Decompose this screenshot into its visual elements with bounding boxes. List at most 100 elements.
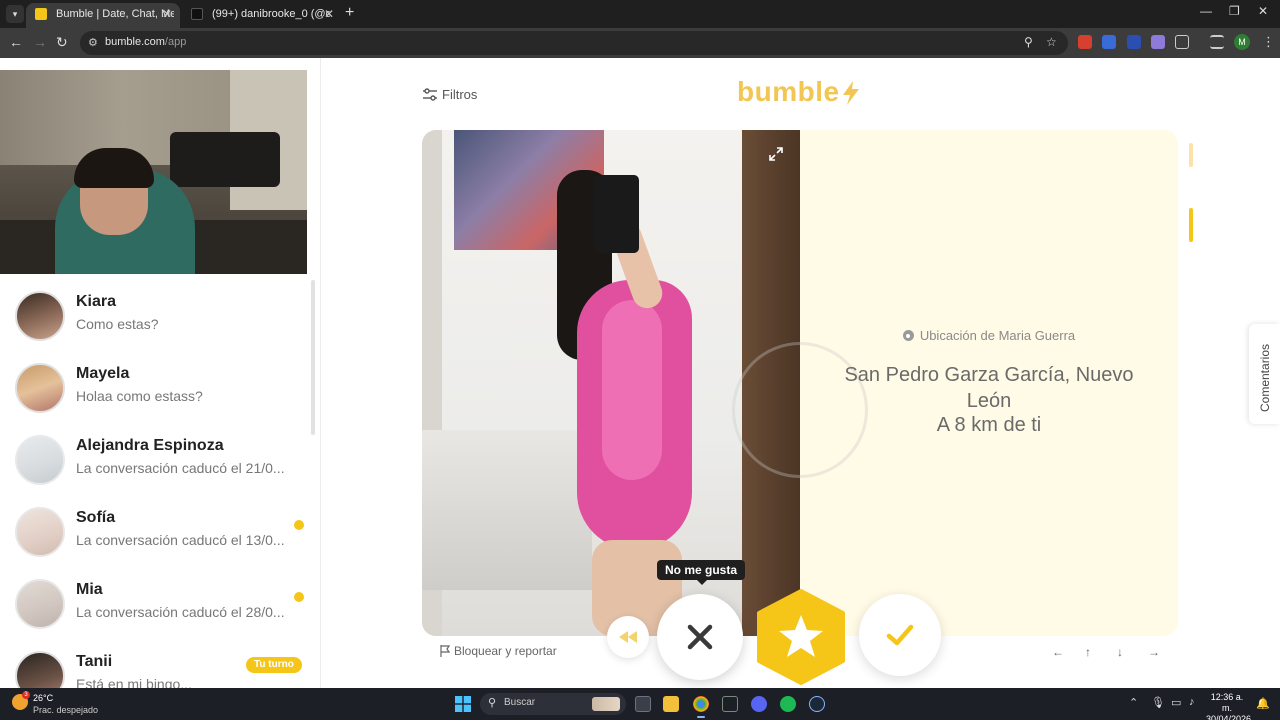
flag-icon <box>440 645 450 657</box>
expand-photo-icon[interactable] <box>768 146 784 162</box>
matches-sidebar: Kiara Como estas? Mayela Holaa como esta… <box>0 58 321 688</box>
avatar <box>15 291 65 341</box>
reading-list-icon[interactable] <box>1210 35 1224 49</box>
forward-icon[interactable]: → <box>33 34 47 50</box>
like-button[interactable] <box>859 594 941 676</box>
address-bar[interactable]: ⚙ bumble.com/app ⚲ ☆ <box>80 31 1068 55</box>
more-menu-icon[interactable]: ⋮ <box>1262 34 1275 50</box>
location-city: San Pedro Garza García, Nuevo León <box>844 364 1134 412</box>
bookmark-star-icon[interactable]: ☆ <box>1046 35 1057 49</box>
search-highlight-image <box>592 697 620 711</box>
card-scroll-track <box>1189 143 1193 167</box>
tab-search-button[interactable]: ▾ <box>6 5 24 23</box>
minimize-icon[interactable]: — <box>1200 4 1212 18</box>
comments-tab[interactable]: Comentarios <box>1249 324 1280 424</box>
avatar <box>15 651 65 688</box>
filters-button[interactable]: Filtros <box>422 85 477 105</box>
extension-icon[interactable] <box>1078 35 1092 49</box>
extension-icon[interactable] <box>1151 35 1165 49</box>
steam-icon[interactable] <box>809 696 825 712</box>
dislike-button[interactable] <box>657 594 743 680</box>
location-pin-icon <box>902 330 914 341</box>
task-view-icon[interactable] <box>635 696 651 712</box>
weather-badge: 3 <box>22 691 30 699</box>
tab-title: Bumble | Date, Chat, Meet New <box>56 8 174 20</box>
spotify-icon[interactable] <box>780 696 796 712</box>
location-distance: A 8 km de ti <box>936 414 1042 436</box>
bumble-bolt-logo-icon <box>843 81 859 105</box>
close-window-icon[interactable]: ✕ <box>1258 4 1268 18</box>
close-tab-icon[interactable]: ✕ <box>162 3 172 25</box>
profile-card: Ubicación de Maria Guerra San Pedro Garz… <box>422 130 1178 636</box>
unread-indicator <box>294 592 304 602</box>
extensions-puzzle-icon[interactable] <box>1175 35 1189 49</box>
extension-icon[interactable] <box>1127 35 1141 49</box>
restore-icon[interactable]: ❐ <box>1229 4 1240 18</box>
browser-tab-bumble[interactable]: Bumble | Date, Chat, Meet New ✕ <box>26 3 180 28</box>
shortcut-right-key: → <box>1148 645 1160 659</box>
chat-preview: La conversación caducó el 13/0... <box>76 532 285 548</box>
show-hidden-icons-icon[interactable]: ⌃ <box>1129 696 1138 709</box>
file-explorer-icon[interactable] <box>663 696 679 712</box>
comments-label: Comentarios <box>1258 343 1272 412</box>
search-icon: ⚲ <box>488 697 497 709</box>
search-placeholder: Buscar <box>504 697 536 708</box>
site-info-icon[interactable]: ⚙ <box>88 36 98 49</box>
chat-item-kiara[interactable]: Kiara Como estas? <box>0 280 320 352</box>
zoom-icon[interactable]: ⚲ <box>1024 35 1033 49</box>
chat-item-tanii[interactable]: Tanii Está en mi bingo... Tu turno <box>0 640 320 688</box>
discord-icon[interactable] <box>751 696 767 712</box>
bumble-logo: bumble <box>737 76 840 107</box>
profile-avatar[interactable]: M <box>1234 34 1250 50</box>
chat-preview: Está en mi bingo... <box>76 676 192 688</box>
chat-item-sofia[interactable]: Sofía La conversación caducó el 13/0... <box>0 496 320 568</box>
webcam-overlay-image <box>0 70 307 274</box>
close-tab-icon[interactable]: ✕ <box>324 3 334 25</box>
chrome-icon[interactable] <box>693 696 709 718</box>
chat-name: Mia <box>76 581 103 598</box>
superswipe-button[interactable] <box>754 589 848 685</box>
windows-taskbar: 3 26°C Prac. despejado ⚲ Buscar ⌃ 🎙 ▭ ♪ … <box>0 688 1280 724</box>
chat-list: Kiara Como estas? Mayela Holaa como esta… <box>0 280 320 688</box>
dislike-tooltip: No me gusta <box>657 560 746 585</box>
weather-temperature: 26°C <box>33 693 54 703</box>
network-icon[interactable]: ▭ <box>1171 696 1181 709</box>
weather-description: Prac. despejado <box>33 705 99 715</box>
reload-icon[interactable]: ↻ <box>56 34 68 50</box>
chat-preview: Holaa como estass? <box>76 388 203 404</box>
translate-extension-icon[interactable] <box>1102 35 1116 49</box>
new-tab-button[interactable]: + <box>345 4 354 22</box>
profile-info-panel: Ubicación de Maria Guerra San Pedro Garz… <box>732 130 1178 636</box>
browser-toolbar: ← → ↻ ⚙ bumble.com/app ⚲ ☆ M ⋮ <box>0 28 1280 58</box>
shortcut-left-key: ← <box>1052 645 1064 659</box>
chat-preview: La conversación caducó el 21/0... <box>76 460 285 476</box>
notifications-bell-icon[interactable]: 🔔 <box>1256 697 1270 710</box>
block-report-button[interactable]: Bloquear y reportar <box>440 644 557 658</box>
checkmark-icon <box>886 624 914 646</box>
browser-tab-tiktok[interactable]: (99+) danibrooke_0 (@danibroo ✕ <box>182 3 342 28</box>
chat-name: Alejandra Espinoza <box>76 437 224 454</box>
tiktok-favicon-icon <box>191 8 203 20</box>
taskbar-search[interactable]: ⚲ Buscar <box>480 693 626 715</box>
xbox-app-icon[interactable] <box>722 696 738 712</box>
avatar <box>15 579 65 629</box>
clock-time: 12:36 a. m. <box>1210 692 1244 713</box>
windows-start-icon[interactable] <box>455 696 471 712</box>
system-clock[interactable]: 12:36 a. m. 30/04/2026 <box>1206 692 1251 725</box>
avatar <box>15 507 65 557</box>
sidebar-scrollbar[interactable] <box>311 280 315 435</box>
card-scroll-thumb[interactable] <box>1189 208 1193 242</box>
back-icon[interactable]: ← <box>9 34 23 50</box>
bumble-favicon-icon <box>35 8 47 20</box>
filters-sliders-icon <box>423 88 437 101</box>
chat-item-alejandra-espinoza[interactable]: Alejandra Espinoza La conversación caduc… <box>0 424 320 496</box>
url-text: bumble.com/app <box>105 36 187 48</box>
chat-item-mia[interactable]: Mia La conversación caducó el 28/0... <box>0 568 320 640</box>
chat-item-mayela[interactable]: Mayela Holaa como estass? <box>0 352 320 424</box>
microphone-icon[interactable]: 🎙 <box>1151 696 1165 709</box>
block-report-label: Bloquear y reportar <box>454 644 557 658</box>
rewind-button[interactable] <box>607 616 649 658</box>
volume-icon[interactable]: ♪ <box>1189 696 1195 708</box>
chat-name: Mayela <box>76 365 130 382</box>
avatar <box>15 435 65 485</box>
